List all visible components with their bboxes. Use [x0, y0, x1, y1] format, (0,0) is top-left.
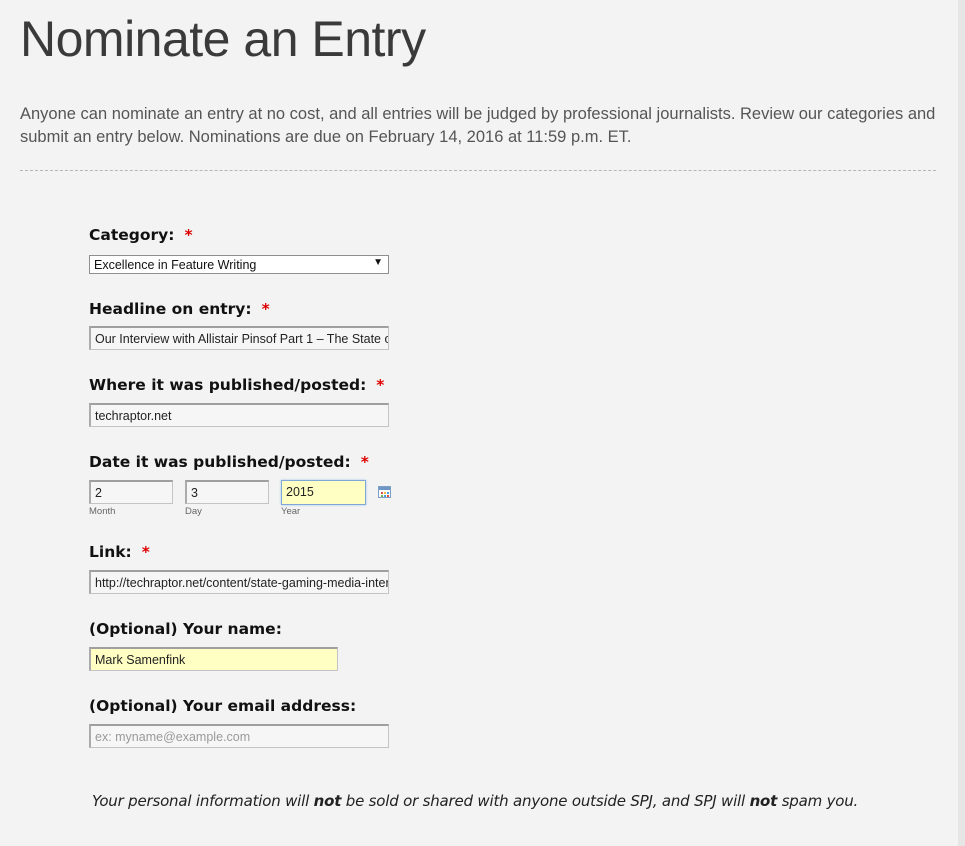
calendar-icon[interactable] — [378, 486, 391, 498]
intro-text: Anyone can nominate an entry at no cost,… — [20, 105, 936, 146]
headline-label: Headline on entry: * — [89, 300, 270, 318]
category-select[interactable]: Excellence in Feature Writing ▼ — [89, 255, 389, 274]
required-marker: * — [360, 453, 369, 471]
page-title: Nominate an Entry — [20, 11, 426, 67]
month-sublabel: Month — [89, 506, 116, 517]
published-date-label: Date it was published/posted: * — [89, 453, 369, 471]
name-input[interactable]: Mark Samenfink — [89, 647, 338, 671]
email-label: (Optional) Your email address: — [89, 697, 357, 715]
required-marker: * — [261, 300, 270, 318]
required-marker: * — [376, 376, 385, 394]
privacy-note: Your personal information will not be so… — [92, 792, 859, 810]
name-label: (Optional) Your name: — [89, 620, 282, 638]
year-input[interactable]: 2015 — [281, 480, 366, 505]
published-where-label: Where it was published/posted: * — [89, 376, 385, 394]
link-input[interactable]: http://techraptor.net/content/state-gami… — [89, 570, 389, 594]
required-marker: * — [184, 226, 193, 244]
day-input[interactable]: 3 — [185, 480, 269, 504]
published-where-input[interactable]: techraptor.net — [89, 403, 389, 427]
email-input[interactable]: ex: myname@example.com — [89, 724, 389, 748]
year-sublabel: Year — [281, 506, 301, 517]
required-marker: * — [141, 543, 150, 561]
headline-input[interactable]: Our Interview with Allistair Pinsof Part… — [89, 326, 389, 350]
chevron-down-icon: ▼ — [373, 257, 383, 268]
month-input[interactable]: 2 — [89, 480, 173, 504]
link-label: Link: * — [89, 543, 150, 561]
divider — [20, 170, 936, 171]
page-edge — [958, 0, 965, 846]
category-label: Category: * — [89, 226, 193, 244]
day-sublabel: Day — [185, 506, 202, 517]
